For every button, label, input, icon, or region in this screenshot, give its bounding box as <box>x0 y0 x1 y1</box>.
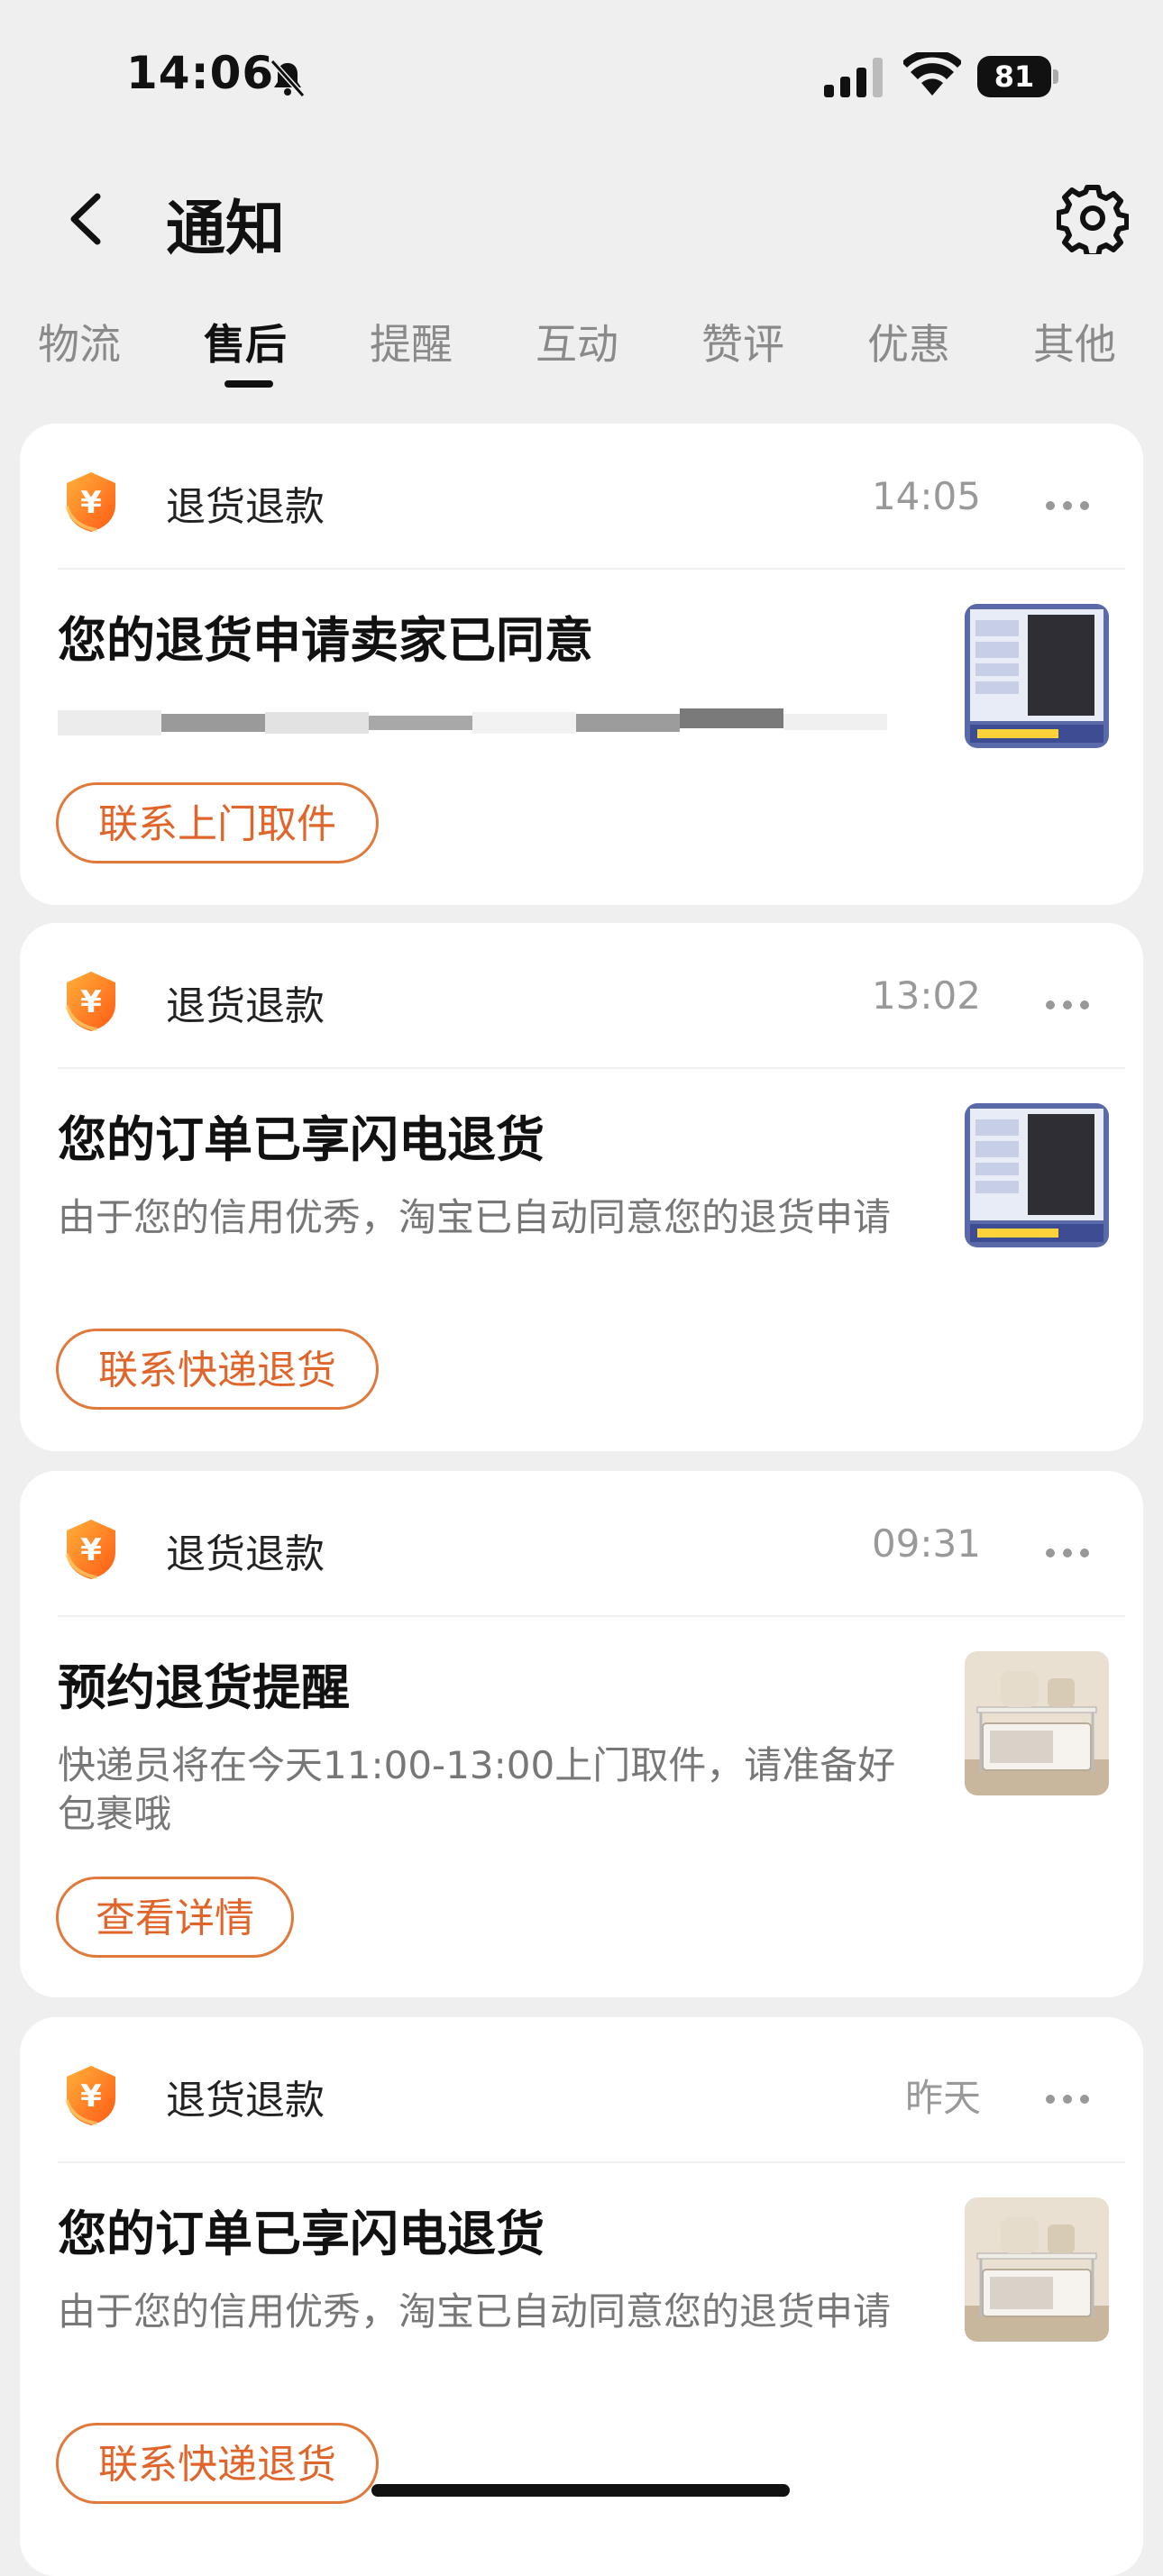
refund-coin-icon <box>58 2062 124 2129</box>
tab-reminders[interactable]: 提醒 <box>370 312 453 371</box>
settings-gear-icon[interactable] <box>1057 182 1129 254</box>
card-header: 退货退款 14:05 <box>58 463 1122 543</box>
card-category: 退货退款 <box>166 1531 325 1577</box>
tab-logistics[interactable]: 物流 <box>38 312 121 371</box>
card-category: 退货退款 <box>166 484 325 530</box>
contact-pickup-button[interactable]: 联系上门取件 <box>56 782 379 863</box>
tab-likes-reviews[interactable]: 赞评 <box>701 312 784 371</box>
more-options-icon[interactable] <box>1044 499 1091 512</box>
back-chevron-icon[interactable] <box>56 187 119 251</box>
status-bar: 14:06 81 <box>0 0 1163 153</box>
tab-interactions[interactable]: 互动 <box>536 312 618 371</box>
redacted-address-text <box>58 708 887 735</box>
card-time: 昨天 <box>904 2076 981 2120</box>
cellular-signal-icon <box>824 58 883 97</box>
home-indicator[interactable] <box>371 2484 790 2497</box>
more-options-icon[interactable] <box>1044 1547 1091 1559</box>
microwave-rack-product-icon[interactable] <box>965 2197 1109 2342</box>
card-divider <box>58 568 1125 570</box>
card-category: 退货退款 <box>166 2078 325 2124</box>
view-details-button[interactable]: 查看详情 <box>56 1877 294 1958</box>
header: 通知 <box>0 153 1163 288</box>
active-tab-indicator <box>224 380 273 388</box>
tab-other[interactable]: 其他 <box>1033 312 1116 371</box>
card-title: 预约退货提醒 <box>58 1659 350 1716</box>
card-title: 您的退货申请卖家已同意 <box>58 612 593 669</box>
card-header: 退货退款 13:02 <box>58 963 1122 1042</box>
notification-card[interactable]: 退货退款 13:02 您的订单已享闪电退货 由于您的信用优秀，淘宝已自动同意您的… <box>20 923 1143 1451</box>
battery-cap <box>1053 69 1058 84</box>
microwave-rack-product-icon[interactable] <box>965 1651 1109 1795</box>
page-title: 通知 <box>166 194 285 263</box>
card-description: 由于您的信用优秀，淘宝已自动同意您的退货申请 <box>58 2289 892 2334</box>
bell-muted-icon <box>270 59 306 98</box>
more-options-icon[interactable] <box>1044 2093 1091 2106</box>
card-time: 14:05 <box>871 474 981 518</box>
battery-indicator: 81 <box>977 56 1058 97</box>
card-divider <box>58 1615 1125 1617</box>
card-divider <box>58 1067 1125 1069</box>
card-divider <box>58 2161 1125 2163</box>
card-description: 快递员将在今天11:00-13:00上门取件，请准备好包裹哦 <box>58 1743 896 1836</box>
card-title: 您的订单已享闪电退货 <box>58 1111 545 1168</box>
battery-level: 81 <box>977 56 1051 97</box>
refund-coin-icon <box>58 968 124 1035</box>
card-header: 退货退款 09:31 <box>58 1511 1122 1590</box>
tab-after-sales[interactable]: 售后 <box>204 312 287 371</box>
tab-deals[interactable]: 优惠 <box>867 312 950 371</box>
notification-card[interactable]: 退货退款 09:31 预约退货提醒 快递员将在今天11:00-13:00上门取件… <box>20 1471 1143 1997</box>
refund-coin-icon <box>58 1516 124 1583</box>
card-description: 由于您的信用优秀，淘宝已自动同意您的退货申请 <box>58 1195 892 1239</box>
more-options-icon[interactable] <box>1044 999 1091 1011</box>
status-time: 14:06 <box>126 47 275 99</box>
wifi-icon <box>903 52 961 96</box>
contact-courier-return-button[interactable]: 联系快递退货 <box>56 2423 379 2504</box>
refund-coin-icon <box>58 469 124 535</box>
card-title: 您的订单已享闪电退货 <box>58 2206 545 2262</box>
card-time: 13:02 <box>871 973 981 1018</box>
dark-panel-product-icon[interactable] <box>965 604 1109 748</box>
card-header: 退货退款 昨天 <box>58 2057 1122 2136</box>
card-time: 09:31 <box>871 1521 981 1566</box>
dark-panel-product-icon[interactable] <box>965 1103 1109 1247</box>
contact-courier-return-button[interactable]: 联系快递退货 <box>56 1329 379 1410</box>
category-tabs: 物流 售后 提醒 互动 赞评 优惠 其他 <box>0 306 1163 397</box>
notification-card[interactable]: 退货退款 14:05 您的退货申请卖家已同意 联系上门取件 <box>20 424 1143 905</box>
card-category: 退货退款 <box>166 983 325 1029</box>
